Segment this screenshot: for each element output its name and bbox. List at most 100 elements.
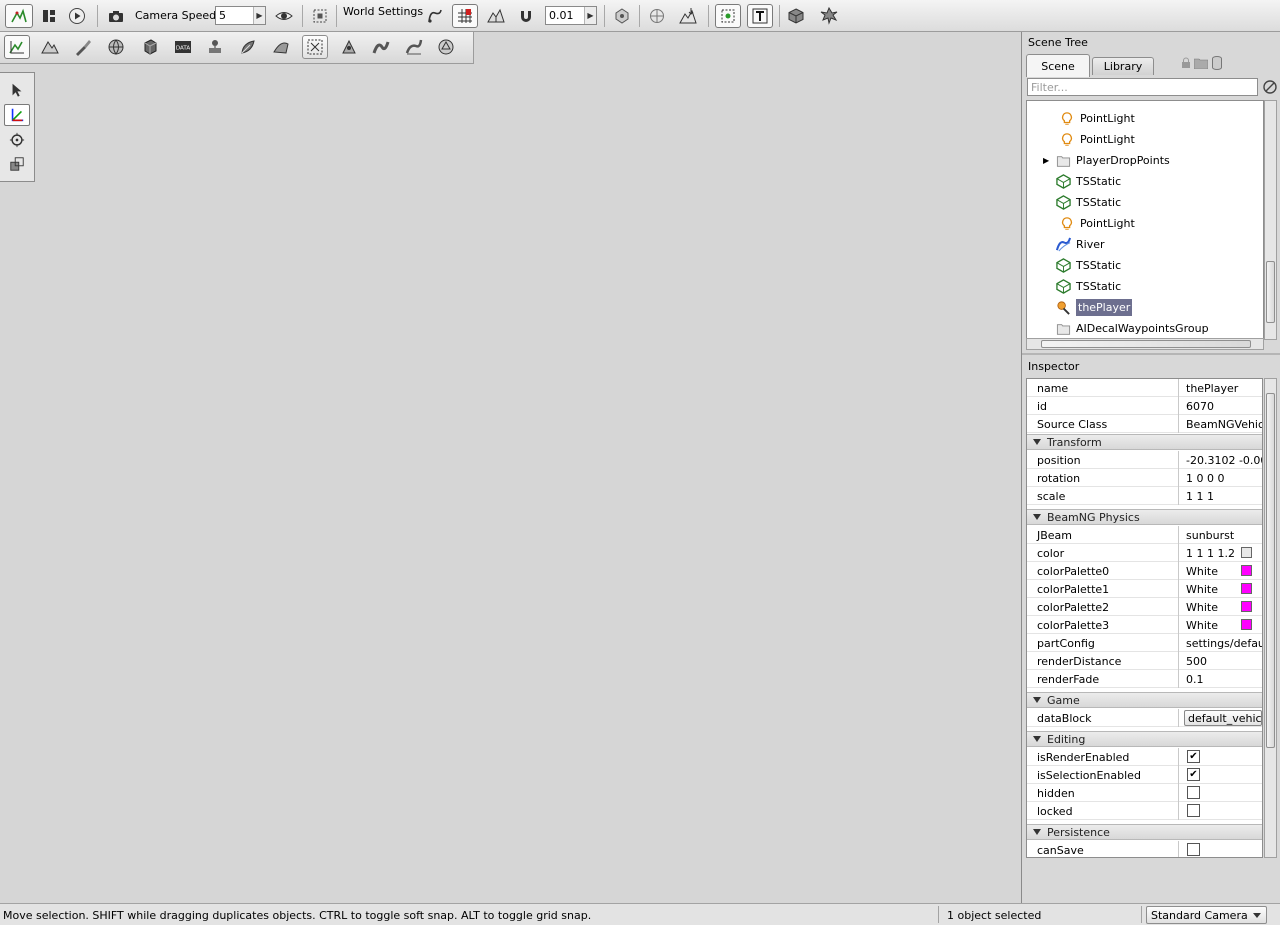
scrollbar-thumb[interactable] (1266, 261, 1275, 323)
inspector-row[interactable]: colorPalette3 White (1027, 616, 1262, 634)
inspector-row[interactable]: colorPalette0 White (1027, 562, 1262, 580)
inspector-row[interactable]: partConfigsettings/default (1027, 634, 1262, 652)
camera-icon[interactable] (104, 4, 128, 28)
folder-new-icon[interactable] (1193, 58, 1209, 70)
scene-tree-hscrollbar[interactable] (1026, 338, 1264, 350)
tree-item[interactable]: AIDecalWaypointsGroup (1055, 318, 1209, 339)
light-marker-icon[interactable] (806, 142, 814, 150)
select-arrow-icon[interactable] (4, 79, 30, 101)
particle-editor-icon[interactable] (202, 35, 228, 59)
tree-item[interactable]: PointLight (1059, 129, 1135, 150)
grid-snap-icon[interactable] (452, 4, 478, 28)
group-transform[interactable]: Transform (1027, 434, 1262, 450)
expand-arrow-icon[interactable]: ▶ (1043, 156, 1055, 165)
color-picker-button[interactable] (1241, 547, 1252, 558)
tree-item[interactable]: TSStatic (1055, 255, 1121, 276)
drop-at-terrain-icon[interactable] (675, 4, 701, 28)
selection-box-icon[interactable] (715, 4, 741, 28)
group-game[interactable]: Game (1027, 692, 1262, 708)
spin-arrow-icon[interactable]: ▶ (253, 7, 265, 24)
inspector-row[interactable]: name thePlayer (1027, 379, 1262, 397)
tree-item[interactable]: River (1055, 234, 1105, 255)
checkbox[interactable] (1187, 786, 1200, 799)
checkbox[interactable] (1187, 804, 1200, 817)
scrollbar-thumb[interactable] (1041, 340, 1251, 348)
inspector-row[interactable]: Source ClassBeamNGVehicle (1027, 415, 1262, 433)
inspector-grid[interactable]: name thePlayer id 6070 Source Class BeamNGV… (1026, 378, 1263, 858)
prefab-box-icon[interactable] (784, 4, 808, 28)
camera-mode-dropdown[interactable]: Standard Camera (1146, 906, 1267, 924)
object-center-icon[interactable] (610, 4, 634, 28)
clear-filter-icon[interactable] (1262, 79, 1278, 95)
inspector-row[interactable]: color 1 1 1 1.2 (1027, 544, 1262, 562)
navmesh-editor-icon[interactable] (336, 35, 362, 59)
spin-arrow-icon[interactable]: ▶ (584, 7, 596, 24)
inspector-row[interactable]: renderDistance 500 (1027, 652, 1262, 670)
group-beamng-physics[interactable]: BeamNG Physics (1027, 509, 1262, 525)
magnet-snap-icon[interactable] (514, 4, 538, 28)
tree-item[interactable]: ▶ PlayerDropPoints (1043, 150, 1170, 171)
tree-item[interactable]: PointLight (1059, 213, 1135, 234)
inspector-row[interactable]: isSelectionEnabled ✔ (1027, 766, 1262, 784)
color-swatch[interactable] (1241, 565, 1252, 576)
window-layout-icon[interactable] (38, 4, 60, 28)
inspector-row[interactable]: hidden (1027, 784, 1262, 802)
tree-item[interactable]: TSStatic (1055, 192, 1121, 213)
play-game-icon[interactable] (65, 4, 89, 28)
camera-speed-input[interactable]: 5 ▶ (215, 6, 266, 25)
inspector-row[interactable]: colorPalette1 White (1027, 580, 1262, 598)
inspector-row[interactable]: isRenderEnabled ✔ (1027, 748, 1262, 766)
terrain-editor-icon[interactable] (37, 35, 63, 59)
river-editor-icon[interactable] (401, 35, 427, 59)
scrollbar-thumb[interactable] (1266, 393, 1275, 748)
road-editor-icon[interactable] (368, 35, 394, 59)
material-editor-icon[interactable] (103, 35, 129, 59)
datablock-editor-icon[interactable]: DATA (170, 35, 196, 59)
world-settings-label[interactable]: World Settings (343, 5, 423, 18)
soft-snap-icon[interactable] (423, 4, 447, 28)
rotate-gizmo-icon[interactable] (4, 129, 30, 151)
tree-item[interactable]: PointLight (1059, 108, 1135, 129)
terrain-painter-icon[interactable] (70, 35, 96, 59)
checkbox[interactable]: ✔ (1187, 750, 1200, 763)
lock-icon[interactable] (1180, 57, 1192, 69)
scene-filter-input[interactable]: Filter... (1027, 78, 1258, 96)
terrain-snap-icon[interactable] (484, 4, 508, 28)
tab-library[interactable]: Library (1092, 57, 1154, 75)
mesh-road-editor-icon[interactable] (302, 35, 328, 59)
inspector-row[interactable]: scale 1 1 1 (1027, 487, 1262, 505)
inspector-row[interactable]: rotation 1 0 0 0 (1027, 469, 1262, 487)
inspector-row[interactable]: locked (1027, 802, 1262, 820)
object-editor-icon[interactable] (4, 35, 30, 59)
object-text-icon[interactable] (747, 4, 773, 28)
decal-editor-icon[interactable] (268, 35, 294, 59)
group-persistence[interactable]: Persistence (1027, 824, 1262, 840)
explode-prefab-icon[interactable] (815, 4, 843, 28)
color-swatch[interactable] (1241, 619, 1252, 630)
tree-item[interactable]: TSStatic (1055, 276, 1121, 297)
inspector-row[interactable]: id 6070 (1027, 397, 1262, 415)
checkbox[interactable] (1187, 843, 1200, 856)
sketch-tool-icon[interactable] (137, 35, 163, 59)
scene-tree-list[interactable]: PointLight PointLight ▶ PlayerDropPoints… (1026, 100, 1264, 340)
3d-viewport[interactable]: Y thePlayer (0, 64, 1021, 903)
inspector-row[interactable]: colorPalette2 White (1027, 598, 1262, 616)
move-gizmo-icon[interactable] (4, 104, 30, 126)
scene-tree-scrollbar[interactable] (1264, 100, 1277, 340)
scale-gizmo-icon[interactable] (4, 153, 30, 175)
world-editor-icon[interactable] (5, 4, 33, 28)
tree-item[interactable]: TSStatic (1055, 171, 1121, 192)
world-space-icon[interactable] (645, 4, 669, 28)
forest-editor-icon[interactable] (235, 35, 261, 59)
fit-view-icon[interactable] (309, 4, 331, 28)
inspector-row[interactable]: position-20.3102 -0.002 (1027, 451, 1262, 469)
tab-scene[interactable]: Scene (1026, 54, 1090, 77)
group-editing[interactable]: Editing (1027, 731, 1262, 747)
database-icon[interactable] (1212, 56, 1222, 70)
color-swatch[interactable] (1241, 583, 1252, 594)
snap-size-input[interactable]: 0.01 ▶ (545, 6, 597, 25)
transform-gizmo[interactable]: Y (360, 224, 503, 379)
inspector-scrollbar[interactable] (1264, 378, 1277, 858)
color-swatch[interactable] (1241, 601, 1252, 612)
datablock-dropdown[interactable]: default_vehicle (1184, 710, 1262, 726)
